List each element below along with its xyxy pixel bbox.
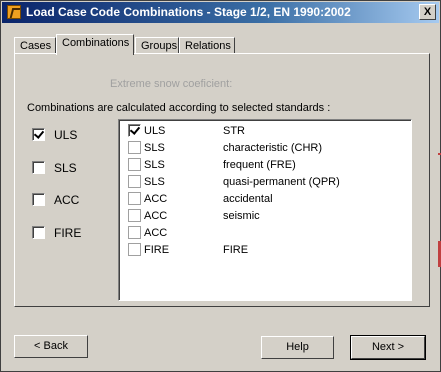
title-bar[interactable]: Load Case Code Combinations - Stage 1/2,… — [2, 2, 439, 23]
combination-desc: quasi-permanent (QPR) — [223, 176, 340, 188]
combination-desc: STR — [223, 125, 245, 137]
combination-name: ACC — [144, 227, 168, 239]
checkbox-icon[interactable] — [128, 226, 141, 239]
combination-name: ACC — [144, 210, 168, 222]
dialog-window: Load Case Code Combinations - Stage 1/2,… — [0, 0, 441, 372]
combination-desc: frequent (FRE) — [223, 159, 296, 171]
list-item[interactable]: SLS characteristic (CHR) — [128, 141, 408, 157]
checkbox-icon[interactable] — [32, 161, 45, 174]
window-title: Load Case Code Combinations - Stage 1/2,… — [26, 5, 351, 19]
next-button[interactable]: Next > — [350, 335, 426, 360]
checkbox-icon[interactable] — [128, 175, 141, 188]
list-item[interactable]: ACC seismic — [128, 209, 408, 225]
standard-label: ACC — [54, 193, 80, 207]
list-item[interactable]: ACC — [128, 226, 408, 242]
list-item[interactable]: FIRE FIRE — [128, 243, 408, 259]
combination-name: SLS — [144, 176, 165, 188]
checkbox-icon[interactable] — [32, 128, 45, 141]
combination-desc: characteristic (CHR) — [223, 142, 323, 154]
checkbox-icon[interactable] — [128, 243, 141, 256]
tab-combinations[interactable]: Combinations — [56, 34, 134, 55]
extreme-snow-label: Extreme snow coeficient: — [110, 78, 233, 90]
app-logo-icon — [7, 5, 21, 19]
list-item[interactable]: ULS STR — [128, 124, 408, 140]
checkbox-icon[interactable] — [32, 226, 45, 239]
close-button[interactable]: X — [419, 4, 436, 20]
checkbox-icon[interactable] — [128, 209, 141, 222]
list-item[interactable]: ACC accidental — [128, 192, 408, 208]
combination-name: SLS — [144, 159, 165, 171]
back-button[interactable]: < Back — [14, 335, 88, 358]
combination-desc: seismic — [223, 210, 260, 222]
combination-list[interactable]: ULS STR SLS characteristic (CHR) SLS fre… — [118, 119, 412, 301]
standard-checkbox-uls[interactable]: ULS — [32, 128, 77, 142]
combination-name: SLS — [144, 142, 165, 154]
list-item[interactable]: SLS frequent (FRE) — [128, 158, 408, 174]
standard-checkbox-acc[interactable]: ACC — [32, 193, 79, 207]
help-button[interactable]: Help — [261, 336, 334, 359]
standard-label: FIRE — [54, 226, 82, 240]
checkbox-icon[interactable] — [32, 193, 45, 206]
standard-label: SLS — [54, 161, 77, 175]
combination-desc: FIRE — [223, 244, 249, 256]
standard-checkbox-fire[interactable]: FIRE — [32, 226, 81, 240]
combinations-info-label: Combinations are calculated according to… — [27, 102, 331, 114]
combination-name: FIRE — [144, 244, 170, 256]
checkbox-icon[interactable] — [128, 141, 141, 154]
combination-name: ULS — [144, 125, 166, 137]
combination-desc: accidental — [223, 193, 273, 205]
checkbox-icon[interactable] — [128, 158, 141, 171]
checkbox-icon[interactable] — [128, 124, 141, 137]
standard-label: ULS — [54, 128, 78, 142]
standard-checkbox-sls[interactable]: SLS — [32, 161, 77, 175]
checkbox-icon[interactable] — [128, 192, 141, 205]
combination-name: ACC — [144, 193, 168, 205]
list-item[interactable]: SLS quasi-permanent (QPR) — [128, 175, 408, 191]
